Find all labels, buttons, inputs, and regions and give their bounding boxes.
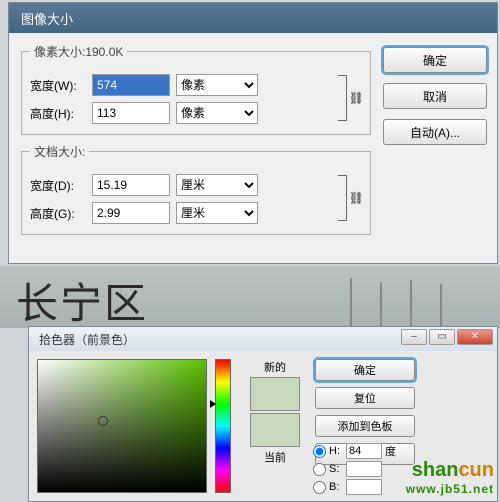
s-label: S:	[329, 463, 343, 475]
ok-button[interactable]: 确定	[383, 47, 487, 73]
h-unit: 度	[385, 443, 401, 459]
add-to-swatches-button[interactable]: 添加到色板	[315, 415, 415, 437]
picker-reset-button[interactable]: 复位	[315, 387, 415, 409]
color-picker-title: 拾色器（前景色） – ▭ ✕	[29, 327, 497, 351]
close-button[interactable]: ✕	[457, 329, 493, 345]
current-color-label: 当前	[243, 449, 307, 465]
s-radio[interactable]	[313, 463, 326, 476]
height-unit-select[interactable]: 像素	[176, 102, 258, 124]
background-poles	[340, 272, 460, 328]
color-picker-title-text: 拾色器（前景色）	[39, 333, 135, 347]
doc-width-label: 宽度(D):	[30, 177, 92, 194]
b-label: B:	[329, 481, 343, 493]
current-color-swatch	[250, 413, 300, 447]
link-icon[interactable]: ⛓	[349, 91, 364, 105]
doc-height-label: 高度(G):	[30, 205, 92, 222]
watermark: shancun www.jb51.net	[406, 459, 494, 496]
width-input[interactable]	[92, 74, 170, 96]
width-unit-select[interactable]: 像素	[176, 74, 258, 96]
doc-size-legend: 文档大小:	[30, 143, 89, 160]
doc-width-unit-select[interactable]: 厘米	[176, 174, 258, 196]
b-input[interactable]	[346, 479, 382, 495]
hue-slider[interactable]	[215, 359, 231, 493]
doc-size-group: 文档大小: 宽度(D): 厘米 高度(G): 厘米 ⛓	[21, 143, 371, 235]
cancel-button[interactable]: 取消	[383, 83, 487, 109]
saturation-value-field[interactable]	[37, 359, 207, 493]
doc-height-input[interactable]	[92, 202, 170, 224]
h-label: H:	[329, 445, 343, 457]
sv-cursor-icon	[98, 416, 108, 426]
width-label: 宽度(W):	[30, 77, 92, 94]
new-color-label: 新的	[243, 359, 307, 375]
s-input[interactable]	[346, 461, 382, 477]
auto-button[interactable]: 自动(A)...	[383, 119, 487, 145]
pixel-size-legend: 像素大小:190.0K	[30, 43, 127, 60]
link-icon[interactable]: ⛓	[349, 191, 364, 205]
background-strip: 长宁区	[0, 266, 500, 328]
background-text: 长宁区	[16, 270, 148, 331]
height-input[interactable]	[92, 102, 170, 124]
doc-width-input[interactable]	[92, 174, 170, 196]
picker-ok-button[interactable]: 确定	[315, 359, 415, 381]
h-radio[interactable]	[313, 445, 326, 458]
minimize-button[interactable]: –	[401, 329, 427, 345]
hsb-inputs: H: 度 S: B:	[313, 443, 401, 497]
b-radio[interactable]	[313, 481, 326, 494]
maximize-button[interactable]: ▭	[429, 329, 455, 345]
image-size-dialog: 图像大小 像素大小:190.0K 宽度(W): 像素 高度(H): 像素 ⛓ 文…	[8, 2, 498, 264]
h-input[interactable]	[346, 443, 382, 459]
doc-height-unit-select[interactable]: 厘米	[176, 202, 258, 224]
new-color-swatch	[250, 377, 300, 411]
pixel-size-group: 像素大小:190.0K 宽度(W): 像素 高度(H): 像素 ⛓	[21, 43, 371, 135]
dialog-title: 图像大小	[9, 3, 497, 33]
hue-pointer-icon	[210, 400, 216, 408]
height-label: 高度(H):	[30, 105, 92, 122]
